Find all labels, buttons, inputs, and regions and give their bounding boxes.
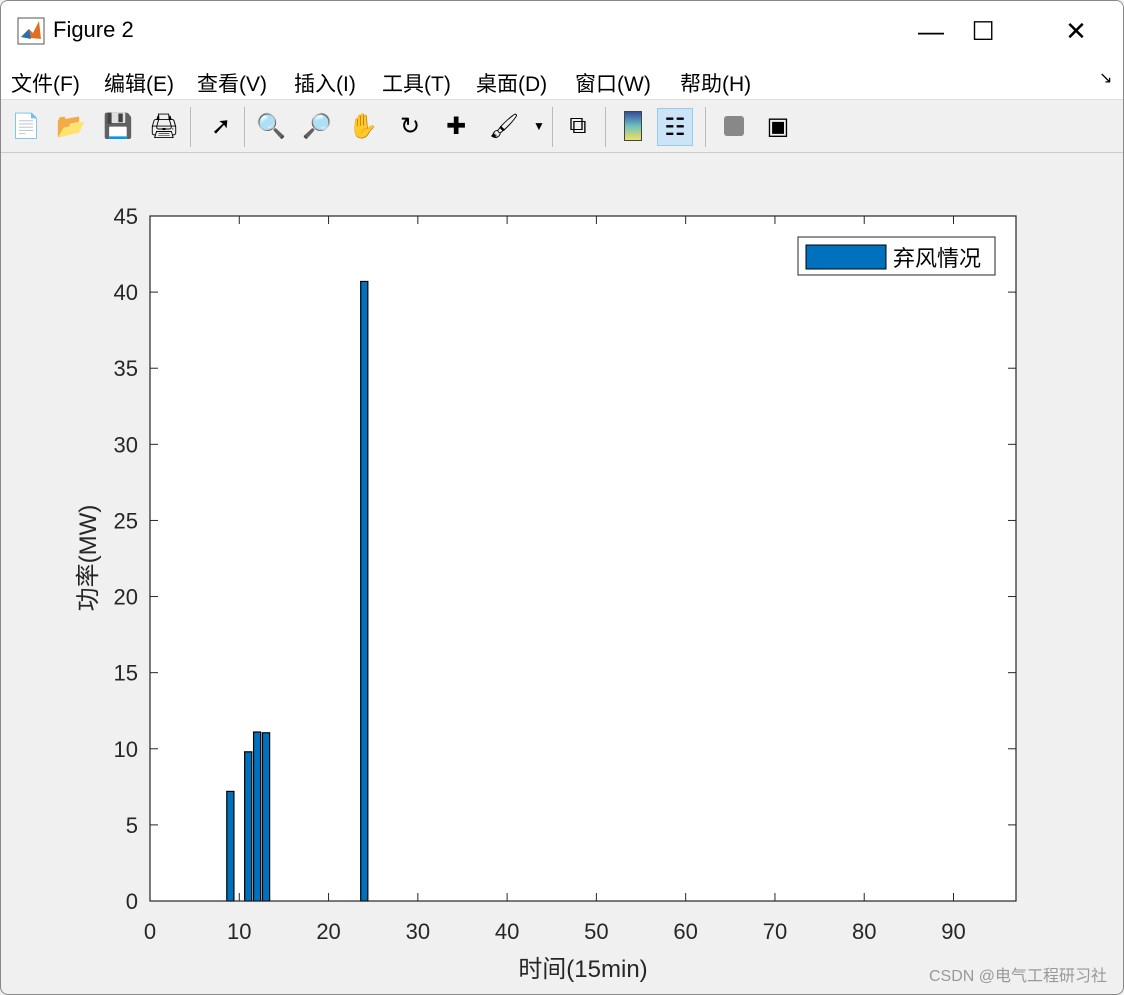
- x-axis-label: 时间(15min): [518, 956, 647, 983]
- menu-desktop[interactable]: 桌面(D): [476, 68, 547, 98]
- axes-background: [150, 216, 1016, 901]
- data-cursor-icon[interactable]: ✚: [439, 108, 473, 144]
- y-tick-label: 20: [114, 585, 138, 610]
- menu-view[interactable]: 查看(V): [197, 68, 267, 98]
- minimize-button[interactable]: —: [906, 11, 956, 51]
- menu-insert[interactable]: 插入(I): [294, 68, 356, 98]
- legend-label: 弃风情况: [893, 246, 981, 271]
- bar: [226, 790, 235, 902]
- x-tick-label: 80: [852, 919, 876, 944]
- menu-file[interactable]: 文件(F): [11, 68, 80, 98]
- menu-help[interactable]: 帮助(H): [680, 68, 751, 98]
- menu-edit[interactable]: 编辑(E): [104, 68, 174, 98]
- menu-window[interactable]: 窗口(W): [575, 68, 651, 98]
- close-button[interactable]: ✕: [1051, 11, 1101, 51]
- save-icon[interactable]: 💾: [101, 108, 135, 144]
- x-tick-label: 50: [584, 919, 608, 944]
- watermark: CSDN @电气工程研习社: [928, 968, 1107, 985]
- pan-hand-icon[interactable]: ✋: [346, 108, 380, 144]
- maximize-button[interactable]: ☐: [958, 11, 1008, 51]
- menu-bar: 文件(F) 编辑(E) 查看(V) 插入(I) 工具(T) 桌面(D) 窗口(W…: [1, 59, 1123, 100]
- bar: [244, 751, 253, 902]
- hide-plot-tools-icon[interactable]: [717, 108, 751, 144]
- print-icon[interactable]: 🖨: [147, 108, 181, 144]
- bar-chart: 0 10 20 30 40 50 60 70 80 90 0 5 10 15 20 25 30 35 40 45 时间…: [75, 204, 1017, 983]
- bar: [261, 732, 271, 902]
- y-tick-label: 30: [114, 432, 138, 457]
- title-bar: Figure 2 — ☐ ✕: [1, 1, 1123, 59]
- brush-icon[interactable]: 🖌: [487, 108, 521, 144]
- open-folder-icon[interactable]: 📂: [54, 108, 88, 144]
- show-plot-tools-icon[interactable]: ▣: [761, 108, 795, 144]
- x-tick-label: 60: [673, 919, 697, 944]
- y-tick-label: 45: [114, 204, 138, 229]
- legend[interactable]: 弃风情况: [797, 236, 996, 276]
- brush-dropdown-icon[interactable]: ▼: [529, 108, 549, 144]
- x-tick-label: 30: [406, 919, 430, 944]
- x-tick-label: 0: [144, 919, 156, 944]
- bar: [252, 731, 262, 902]
- zoom-out-icon[interactable]: 🔎: [300, 108, 334, 144]
- colorbar-icon[interactable]: [616, 108, 650, 144]
- dock-arrow-icon[interactable]: ↘: [1099, 68, 1112, 88]
- x-tick-label: 10: [227, 919, 251, 944]
- link-plot-icon[interactable]: ⧉: [561, 108, 595, 144]
- y-tick-label: 5: [126, 813, 138, 838]
- menu-tools[interactable]: 工具(T): [382, 68, 451, 98]
- matlab-icon: [17, 17, 45, 45]
- y-tick-label: 0: [126, 889, 138, 914]
- legend-swatch: [805, 244, 887, 270]
- y-tick-label: 10: [114, 737, 138, 762]
- x-tick-label: 70: [763, 919, 787, 944]
- x-tick-label: 90: [941, 919, 965, 944]
- x-tick-label: 40: [495, 919, 519, 944]
- y-tick-label: 25: [114, 508, 138, 533]
- y-tick-label: 35: [114, 356, 138, 381]
- legend-icon[interactable]: ☷: [657, 108, 693, 146]
- zoom-in-icon[interactable]: 🔍: [254, 108, 288, 144]
- y-tick-label: 40: [114, 280, 138, 305]
- rotate-3d-icon[interactable]: ↻: [393, 108, 427, 144]
- x-tick-label: 20: [316, 919, 340, 944]
- bar: [360, 280, 369, 902]
- window-title: Figure 2: [53, 17, 134, 42]
- pointer-icon[interactable]: ➚: [204, 108, 238, 144]
- y-axis-label: 功率(MW): [75, 505, 102, 612]
- y-tick-label: 15: [114, 661, 138, 686]
- figure-window: Figure 2 — ☐ ✕ 文件(F) 编辑(E) 查看(V) 插入(I) 工…: [0, 0, 1124, 995]
- new-file-icon[interactable]: 📄: [9, 108, 43, 144]
- toolbar: 📄 📂 💾 🖨 ➚ 🔍 🔎 ✋ ↻ ✚ 🖌 ▼ ⧉ ☷ ▣: [1, 101, 1123, 153]
